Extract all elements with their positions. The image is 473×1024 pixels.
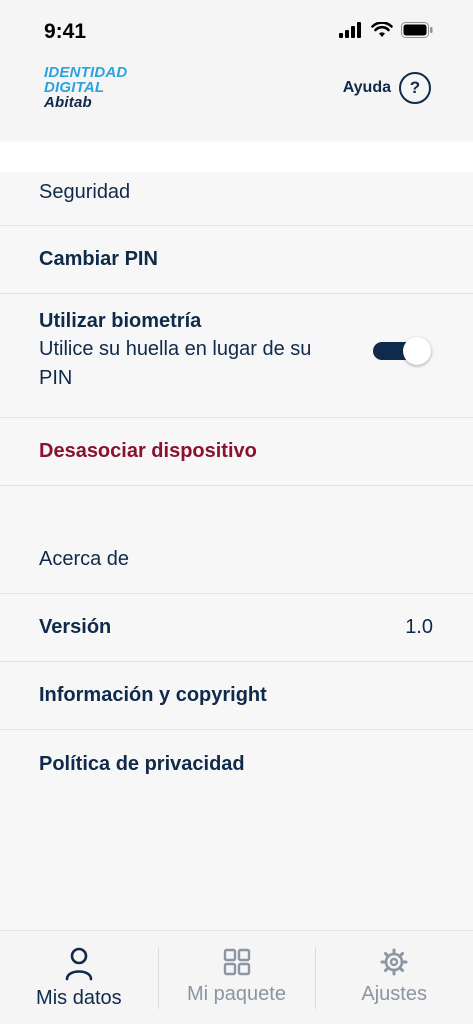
version-value: 1.0 (405, 616, 433, 638)
change-pin-label: Cambiar PIN (39, 248, 158, 270)
tab-mi-paquete[interactable]: Mi paquete (157, 931, 316, 1024)
biometrics-label: Utilizar biometría (39, 310, 202, 332)
info-copyright-label: Información y copyright (39, 684, 267, 706)
privacy-policy-row[interactable]: Política de privacidad (0, 730, 473, 798)
gear-icon (380, 948, 408, 976)
biometrics-description: Utilice su huella en lugar de su PIN (39, 338, 312, 389)
tab-bar: Mis datos Mi paquete Ajustes (0, 930, 473, 1024)
signal-icon (339, 22, 361, 38)
privacy-policy-label: Política de privacidad (39, 752, 245, 775)
section-title-security: Seguridad (0, 160, 473, 226)
version-row: Versión 1.0 (0, 594, 473, 662)
tab-mis-datos[interactable]: Mis datos (0, 931, 158, 1024)
wifi-icon (371, 22, 393, 37)
help-label: Ayuda (342, 79, 391, 96)
tab-label: Ajustes (361, 983, 427, 1005)
tab-ajustes[interactable]: Ajustes (315, 931, 473, 1024)
logo: IDENTIDAD DIGITAL Abitab (44, 65, 127, 110)
tab-label: Mis datos (36, 987, 122, 1009)
status-time: 9:41 (44, 20, 87, 43)
help-button[interactable]: Ayuda ? (343, 72, 431, 104)
dissociate-device-label: Desasociar dispositivo (39, 440, 257, 462)
logo-line-2: DIGITAL (44, 79, 105, 96)
logo-line-1: IDENTIDAD (44, 64, 128, 81)
help-icon: ? (399, 72, 431, 104)
biometrics-toggle[interactable] (373, 337, 431, 365)
grid-icon (223, 948, 250, 976)
dissociate-device-row[interactable]: Desasociar dispositivo (0, 418, 473, 486)
change-pin-row[interactable]: Cambiar PIN (0, 226, 473, 294)
section-title-about: Acerca de (0, 526, 473, 594)
biometrics-row: Utilizar biometría Utilice su huella en … (0, 294, 473, 418)
toggle-knob (403, 337, 431, 365)
settings-list: Seguridad Cambiar PIN Utilizar biometría… (0, 160, 473, 798)
battery-icon (401, 22, 433, 38)
version-label: Versión (39, 616, 112, 638)
status-bar: 9:41 (0, 0, 473, 60)
info-copyright-row[interactable]: Información y copyright (0, 662, 473, 730)
user-icon (65, 947, 93, 981)
status-icons (339, 22, 433, 38)
biometrics-text: Utilizar biometría Utilice su huella en … (39, 310, 339, 393)
tab-label: Mi paquete (187, 983, 286, 1005)
app-header: IDENTIDAD DIGITAL Abitab Ayuda ? (0, 60, 473, 140)
logo-line-3: Abitab (44, 94, 92, 111)
